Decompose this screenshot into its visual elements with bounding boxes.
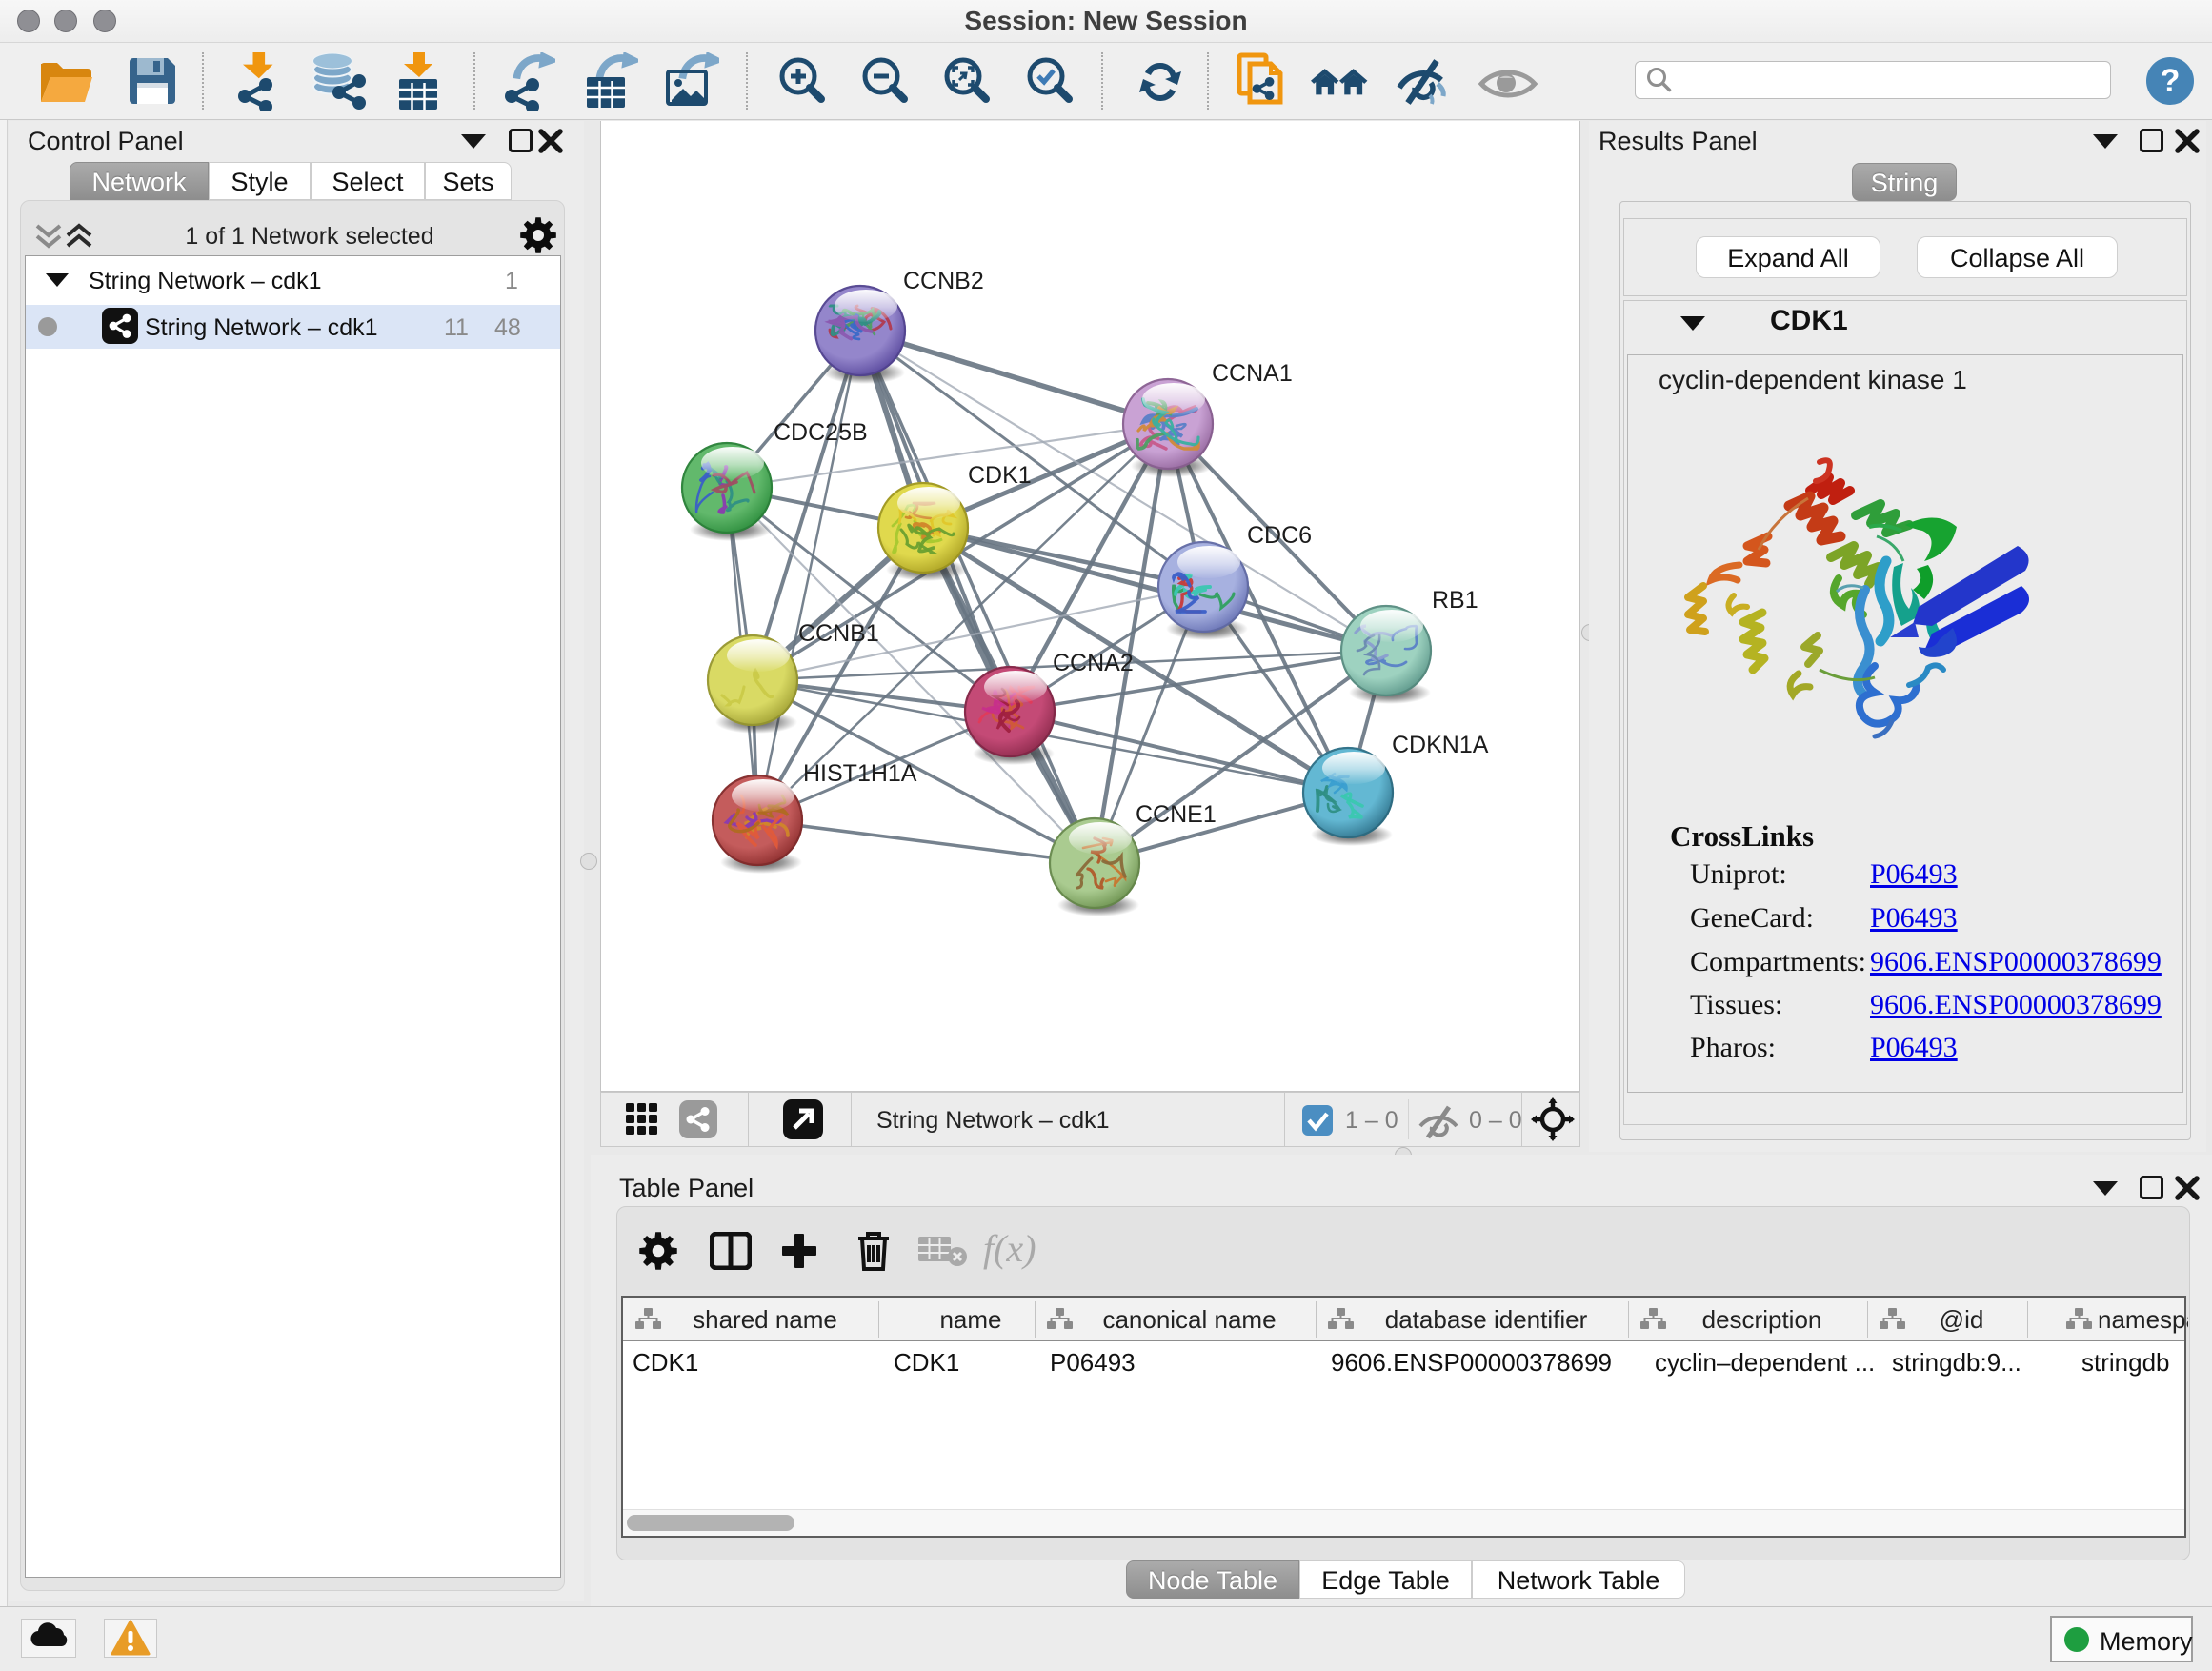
svg-text:CDKN1A: CDKN1A <box>1392 732 1489 758</box>
svg-text:CDK1: CDK1 <box>968 462 1032 489</box>
svg-text:CCNB2: CCNB2 <box>903 268 984 294</box>
svg-text:CCNA1: CCNA1 <box>1212 360 1293 387</box>
svg-text:CDC6: CDC6 <box>1247 522 1312 549</box>
svg-text:CDC25B: CDC25B <box>774 419 868 446</box>
svg-text:CCNE1: CCNE1 <box>1136 801 1217 828</box>
svg-text:CCNB1: CCNB1 <box>798 620 879 647</box>
svg-text:?: ? <box>2161 63 2181 99</box>
svg-text:f(x): f(x) <box>983 1229 1036 1270</box>
svg-text:HIST1H1A: HIST1H1A <box>803 760 917 787</box>
svg-text:CCNA2: CCNA2 <box>1053 650 1134 676</box>
svg-text:RB1: RB1 <box>1432 587 1478 614</box>
